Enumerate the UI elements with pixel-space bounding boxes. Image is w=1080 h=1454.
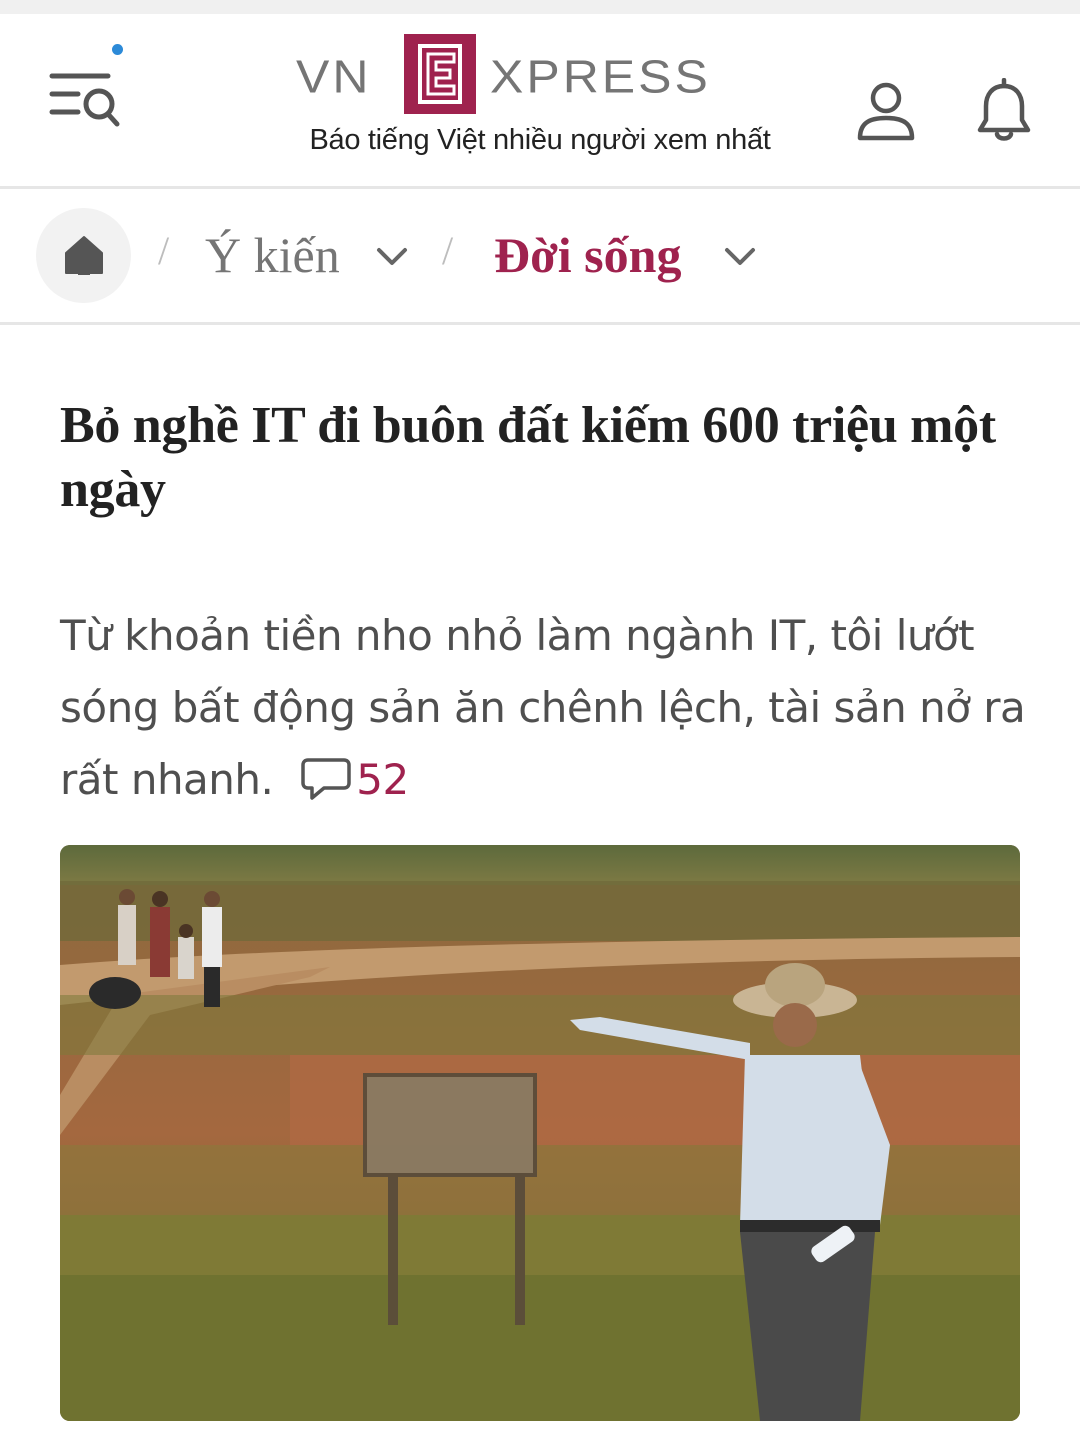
article-lead: Từ khoản tiền nho nhỏ làm ngành IT, tôi …: [60, 600, 1040, 816]
comment-icon: [301, 758, 351, 800]
comment-link[interactable]: 52: [300, 744, 409, 816]
breadcrumb-item-y-kien[interactable]: Ý kiến: [205, 225, 340, 285]
home-button[interactable]: [36, 208, 131, 303]
bell-icon: [977, 77, 1031, 141]
logo-xpress-text: XPRESS: [490, 51, 711, 103]
tagline: Báo tiếng Việt nhiều người xem nhất: [309, 124, 771, 156]
vnexpress-logo[interactable]: VN E XPRESS: [292, 32, 792, 120]
status-bar-strip: [0, 0, 1080, 14]
user-icon: [857, 82, 915, 141]
breadcrumb-item-doi-song[interactable]: Đời sống: [494, 225, 681, 285]
masthead: VN E XPRESS Báo tiếng Việt nhiều người x…: [0, 14, 1080, 189]
menu-search-icon: [49, 73, 120, 127]
logo-e-box: E: [404, 34, 476, 114]
hero-photo: [60, 845, 1020, 1421]
article-hero-image[interactable]: [60, 845, 1020, 1421]
article-title[interactable]: Bỏ nghề IT đi buôn đất kiếm 600 triệu mộ…: [60, 394, 1020, 522]
notification-dot: [112, 44, 123, 55]
profile-button[interactable]: [854, 80, 918, 146]
menu-search-button[interactable]: [44, 44, 126, 142]
logo-vn-text: VN: [296, 51, 372, 103]
chevron-down-icon[interactable]: [722, 245, 758, 269]
chevron-down-icon[interactable]: [374, 245, 410, 269]
breadcrumb: / Ý kiến / Đời sống: [0, 189, 1080, 325]
article-lead-text: Từ khoản tiền nho nhỏ làm ngành IT, tôi …: [60, 611, 1026, 804]
breadcrumb-separator: /: [442, 228, 454, 273]
breadcrumb-separator: /: [158, 228, 170, 273]
logo-e-mark: [404, 34, 476, 114]
comment-count: 52: [356, 755, 409, 804]
notifications-button[interactable]: [972, 77, 1036, 144]
home-icon: [65, 236, 103, 275]
